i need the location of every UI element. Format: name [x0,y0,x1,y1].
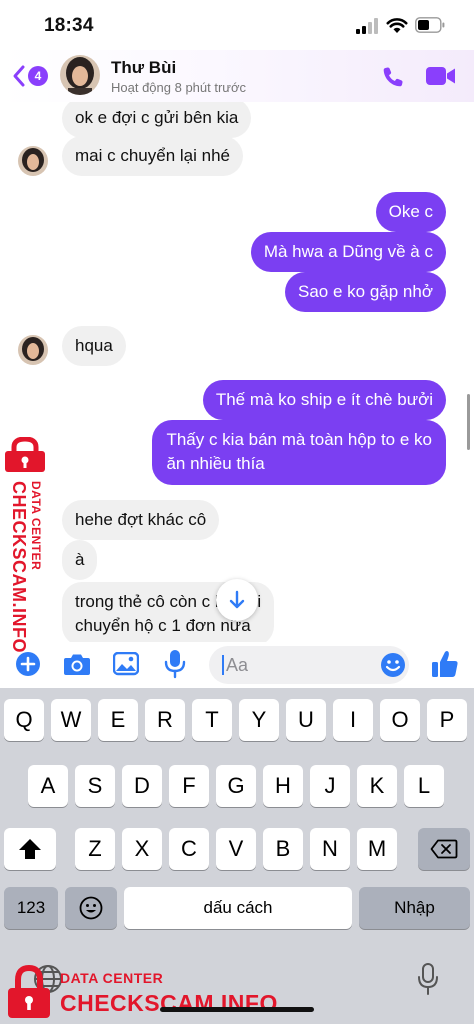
padlock-icon [8,964,50,1018]
cellular-signal-icon [356,18,378,34]
return-key[interactable]: Nhập [359,887,470,929]
message-composer: Aa [0,642,474,688]
contact-name[interactable]: Thư Bùi [111,58,176,78]
watermark-data-center: DATA CENTER [60,970,164,986]
scroll-to-bottom-button[interactable] [216,579,258,621]
message-bubble-outgoing[interactable]: Thế mà ko ship e ít chè bưởi [202,380,446,420]
key-h[interactable]: H [263,765,303,807]
numbers-key[interactable]: 123 [4,887,58,929]
back-chevron-icon[interactable] [12,64,26,88]
space-key[interactable]: dấu cách [124,887,352,929]
padlock-icon [5,437,45,472]
message-line: ăn nhiều thía [166,454,265,473]
message-bubble-incoming[interactable]: mai c chuyển lại nhé [62,136,243,176]
key-m[interactable]: M [357,828,397,870]
message-input-placeholder: Aa [226,655,249,675]
contact-avatar-small [18,335,48,365]
watermark-checkscam: CHECKSCAM.INFO [9,481,29,653]
wifi-icon [386,18,408,33]
shift-arrow-icon [19,839,41,859]
emoji-key[interactable] [65,887,117,929]
key-s[interactable]: S [75,765,115,807]
message-bubble-outgoing[interactable]: Sao e ko gặp nhở [285,272,446,312]
key-i[interactable]: I [333,699,373,741]
key-y[interactable]: Y [239,699,279,741]
key-t[interactable]: T [192,699,232,741]
message-bubble-incoming[interactable]: à [62,540,98,580]
watermark-horizontal: DATA CENTER CHECKSCAM.INFO [0,960,300,1024]
backspace-icon [430,839,458,859]
text-caret [222,655,224,675]
emoji-icon[interactable] [379,651,407,679]
message-bubble-outgoing[interactable]: Thấy c kia bán mà toàn hộp to e ko ăn nh… [152,420,446,485]
camera-icon[interactable] [63,652,91,676]
contact-avatar-small [18,146,48,176]
key-d[interactable]: D [122,765,162,807]
message-bubble-outgoing[interactable]: Mà hwa a Dũng về à c [250,232,446,272]
watermark-vertical: DATA CENTER CHECKSCAM.INFO [0,437,58,667]
phone-call-icon[interactable] [381,65,405,89]
key-w[interactable]: W [51,699,91,741]
message-bubble-incoming[interactable]: ok e đợi c gửi bên kia [62,102,252,138]
key-x[interactable]: X [122,828,162,870]
message-input[interactable]: Aa [209,646,409,684]
home-indicator[interactable] [160,1007,314,1012]
photo-gallery-icon[interactable] [113,652,139,676]
contact-avatar[interactable] [60,55,100,95]
key-a[interactable]: A [28,765,68,807]
message-line: Thấy c kia bán mà toàn hộp to e ko [166,430,432,449]
key-r[interactable]: R [145,699,185,741]
key-c[interactable]: C [169,828,209,870]
key-q[interactable]: Q [4,699,44,741]
activity-status: Hoạt động 8 phút trước [111,80,247,95]
dictation-microphone-icon[interactable] [417,962,439,996]
key-j[interactable]: J [310,765,350,807]
key-u[interactable]: U [286,699,326,741]
thumbs-up-icon[interactable] [431,649,459,679]
key-v[interactable]: V [216,828,256,870]
message-bubble-incoming[interactable]: hqua [62,326,126,366]
key-b[interactable]: B [263,828,303,870]
key-z[interactable]: Z [75,828,115,870]
watermark-checkscam: CHECKSCAM.INFO [60,990,278,1016]
arrow-down-icon [229,590,245,609]
key-l[interactable]: L [404,765,444,807]
key-k[interactable]: K [357,765,397,807]
key-g[interactable]: G [216,765,256,807]
status-time: 18:34 [44,15,94,36]
video-call-icon[interactable] [426,65,456,87]
message-list[interactable]: ok e đợi c gửi bên kia mai c chuyển lại … [0,102,474,642]
unread-count-badge: 4 [28,66,48,86]
battery-icon [415,17,445,33]
key-p[interactable]: P [427,699,467,741]
scrollbar-thumb[interactable] [467,394,470,450]
message-bubble-incoming[interactable]: hehe đợt khác cô [62,500,220,540]
key-o[interactable]: O [380,699,420,741]
key-f[interactable]: F [169,765,209,807]
status-bar: 18:34 [0,0,474,50]
key-n[interactable]: N [310,828,350,870]
backspace-key[interactable] [418,828,470,870]
chat-header: 4 Thư Bùi Hoạt động 8 phút trước [0,50,474,102]
microphone-icon[interactable] [164,649,186,679]
shift-key[interactable] [4,828,56,870]
emoji-face-icon [79,896,103,920]
key-e[interactable]: E [98,699,138,741]
watermark-data-center: DATA CENTER [29,481,43,571]
message-bubble-outgoing[interactable]: Oke c [375,192,446,232]
